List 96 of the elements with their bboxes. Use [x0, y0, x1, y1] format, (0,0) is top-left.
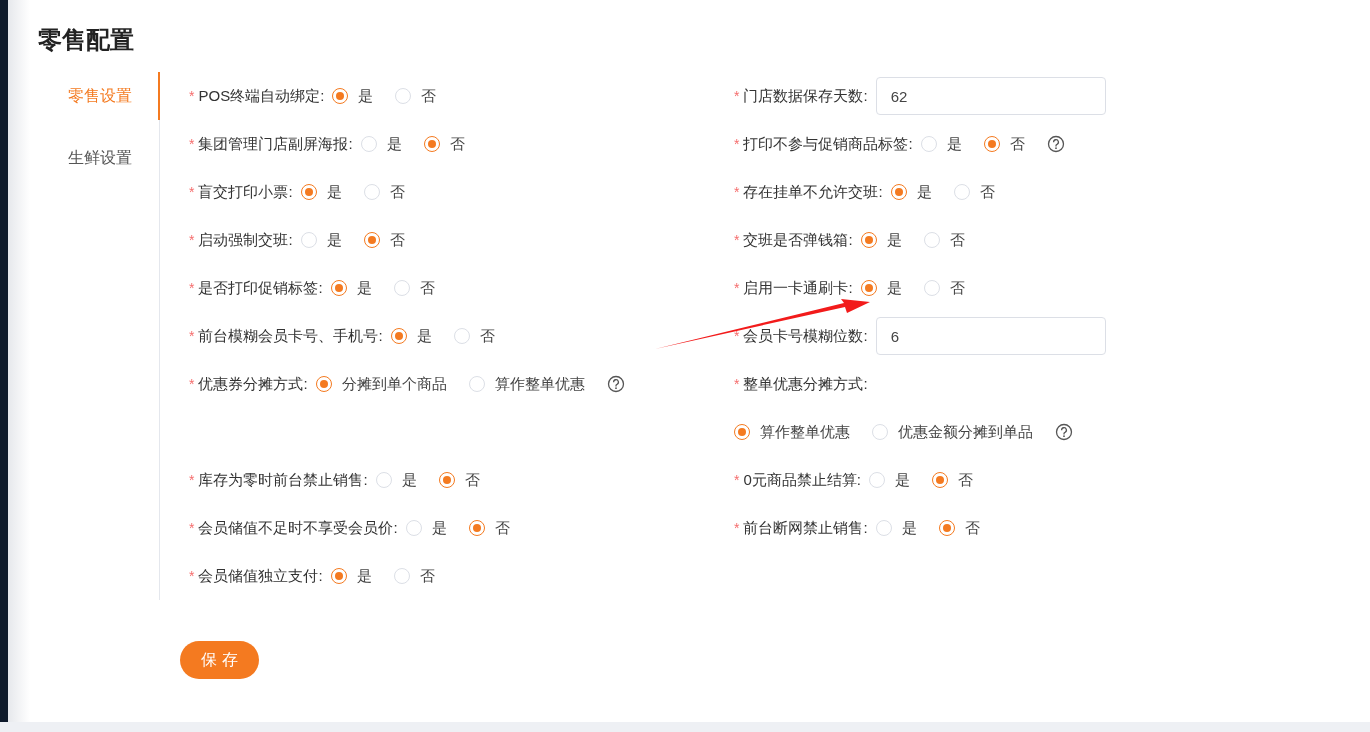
field-label: 0元商品禁止结算:: [743, 470, 861, 490]
field-label: 集团管理门店副屏海报:: [198, 134, 353, 154]
radio-button[interactable]: [423, 136, 440, 152]
required-mark: *: [189, 520, 195, 536]
field-label: 整单优惠分摊方式:: [743, 374, 868, 394]
radio-option[interactable]: 是: [860, 230, 902, 250]
radio-button[interactable]: [315, 376, 332, 392]
radio-option[interactable]: 否: [931, 470, 973, 490]
radio-button[interactable]: [332, 88, 349, 104]
radio-button[interactable]: [983, 136, 1000, 152]
field-label: 是否打印促销标签:: [198, 278, 323, 298]
required-mark: *: [189, 472, 195, 488]
field-label: 前台模糊会员卡号、手机号:: [198, 326, 383, 346]
radio-button[interactable]: [734, 424, 750, 440]
radio-button[interactable]: [931, 472, 948, 488]
radio-option[interactable]: 是: [875, 518, 917, 538]
field-label: 会员储值独立支付:: [198, 566, 323, 586]
required-mark: *: [189, 280, 195, 296]
radio-option[interactable]: 否: [453, 326, 495, 346]
radio-option[interactable]: 否: [953, 182, 995, 202]
radio-button[interactable]: [860, 232, 877, 248]
field-label: 启用一卡通刷卡:: [743, 278, 853, 298]
radio-option[interactable]: 否: [393, 278, 435, 298]
field-label: 会员储值不足时不享受会员价:: [198, 518, 398, 538]
radio-option[interactable]: 否: [393, 566, 435, 586]
field-label: 启动强制交班:: [198, 230, 293, 250]
field-label: 存在挂单不允许交班:: [743, 182, 883, 202]
radio-option[interactable]: 否: [938, 518, 980, 538]
field-label: 门店数据保存天数:: [743, 86, 868, 106]
radio-option[interactable]: 否: [983, 134, 1025, 154]
help-icon[interactable]: [1046, 135, 1065, 153]
radio-option[interactable]: 否: [395, 86, 437, 106]
radio-button[interactable]: [890, 184, 907, 200]
required-mark: *: [734, 520, 740, 536]
radio-option[interactable]: 是: [360, 134, 402, 154]
side-tab[interactable]: 生鲜设置: [68, 134, 160, 182]
required-mark: *: [734, 328, 740, 344]
radio-option[interactable]: 是: [860, 278, 902, 298]
page-title: 零售配置: [38, 25, 134, 55]
field-label: 前台断网禁止销售:: [743, 518, 868, 538]
radio-option[interactable]: 是: [920, 134, 962, 154]
radio-option[interactable]: 是: [405, 518, 447, 538]
radio-option[interactable]: 是: [890, 182, 932, 202]
radio-option[interactable]: 是: [300, 182, 342, 202]
radio-option[interactable]: 是: [390, 326, 432, 346]
radio-button[interactable]: [438, 472, 455, 488]
radio-option[interactable]: 是: [300, 230, 342, 250]
radio-option[interactable]: 算作整单优惠: [734, 422, 850, 442]
required-mark: *: [189, 376, 195, 392]
field-label: 盲交打印小票:: [198, 182, 293, 202]
radio-option[interactable]: 是: [332, 86, 374, 106]
radio-option[interactable]: 否: [468, 518, 510, 538]
input-field[interactable]: 62: [875, 77, 1106, 115]
radio-option[interactable]: 是: [375, 470, 417, 490]
radio-button[interactable]: [330, 568, 347, 584]
radio-button[interactable]: [330, 280, 347, 296]
required-mark: *: [734, 232, 740, 248]
required-mark: *: [189, 88, 195, 104]
radio-button[interactable]: [468, 520, 485, 536]
field-label: 库存为零时前台禁止销售:: [198, 470, 368, 490]
required-mark: *: [734, 472, 740, 488]
radio-option[interactable]: 算作整单优惠: [468, 374, 585, 394]
input-field[interactable]: 6: [875, 317, 1106, 355]
radio-option[interactable]: 是: [330, 278, 372, 298]
radio-option[interactable]: 否: [363, 230, 405, 250]
required-mark: *: [189, 184, 195, 200]
radio-button[interactable]: [390, 328, 407, 344]
radio-option[interactable]: 否: [923, 230, 965, 250]
field-label: 会员卡号模糊位数:: [743, 326, 868, 346]
radio-option[interactable]: 否: [923, 278, 965, 298]
required-mark: *: [189, 136, 195, 152]
field-label: 交班是否弹钱箱:: [743, 230, 853, 250]
radio-option[interactable]: 是: [868, 470, 910, 490]
radio-button[interactable]: [938, 520, 955, 536]
help-icon[interactable]: [1055, 423, 1073, 441]
required-mark: *: [189, 232, 195, 248]
help-icon[interactable]: [606, 375, 625, 393]
radio-option[interactable]: 否: [438, 470, 480, 490]
radio-button[interactable]: [860, 280, 877, 296]
radio-option[interactable]: 是: [330, 566, 372, 586]
radio-option[interactable]: 优惠金额分摊到单品: [872, 422, 1033, 442]
required-mark: *: [734, 184, 740, 200]
radio-option[interactable]: 否: [363, 182, 405, 202]
field-label: 打印不参与促销商品标签:: [743, 134, 913, 154]
radio-option[interactable]: 否: [423, 134, 465, 154]
field-label: POS终端自动绑定:: [198, 86, 325, 106]
radio-option[interactable]: 分摊到单个商品: [315, 374, 447, 394]
required-mark: *: [734, 280, 740, 296]
field-label: 优惠券分摊方式:: [198, 374, 308, 394]
required-mark: *: [189, 328, 195, 344]
required-mark: *: [734, 88, 740, 104]
required-mark: *: [734, 376, 740, 392]
radio-button[interactable]: [363, 232, 380, 248]
radio-button[interactable]: [300, 184, 317, 200]
required-mark: *: [189, 568, 195, 584]
required-mark: *: [734, 136, 740, 152]
